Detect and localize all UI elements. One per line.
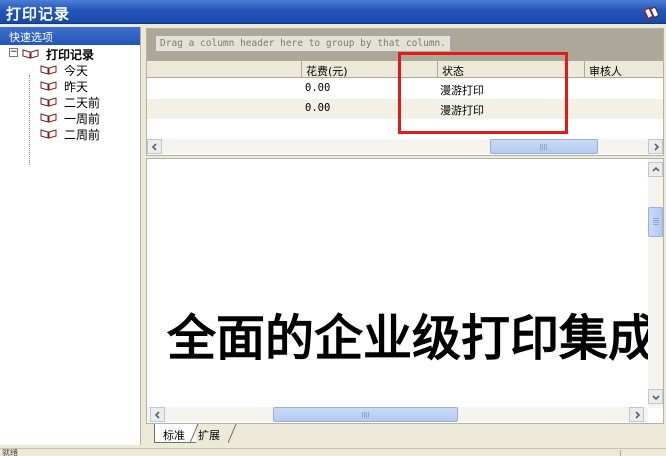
scroll-thumb[interactable] xyxy=(273,407,458,422)
cost-cell: 0.00 xyxy=(305,82,331,94)
preview-horizontal-scrollbar[interactable] xyxy=(147,407,648,422)
status-text: 就绪 xyxy=(2,448,18,456)
collapse-toggle[interactable]: − xyxy=(9,48,18,57)
book-icon xyxy=(40,113,57,123)
quick-options-header: 快速选项 xyxy=(0,27,140,45)
window-title: 打印记录 xyxy=(6,5,71,23)
column-header-reviewer[interactable]: 审核人 xyxy=(584,61,663,78)
arrow-down-icon xyxy=(652,395,660,401)
book-icon xyxy=(40,97,57,107)
book-icon xyxy=(40,81,57,91)
book-icon xyxy=(22,49,39,59)
grip-icon xyxy=(361,412,370,418)
scroll-right-button[interactable] xyxy=(629,407,644,422)
preview-banner-text: 全面的企业级打印集成 xyxy=(167,310,658,367)
highlight-box xyxy=(398,52,568,134)
arrow-left-icon xyxy=(154,411,160,419)
arrow-right-icon xyxy=(654,143,660,151)
grip-icon xyxy=(540,144,548,150)
quick-options-panel: 快速选项 − 打印记录 今天 昨天 二天前 一周前 二周前 xyxy=(0,27,141,445)
print-records-window: 打印记录 快速选项 − 打印记录 今天 昨天 二天前 一周前 二周前 Drag … xyxy=(0,0,666,456)
book-icon xyxy=(40,65,57,75)
preview-vertical-scrollbar[interactable] xyxy=(648,159,663,408)
tab-divider xyxy=(228,424,237,443)
tree-item-print-records[interactable]: − 打印记录 xyxy=(0,45,140,62)
tree-item-two-weeks-ago[interactable]: 二周前 xyxy=(0,125,140,142)
cost-cell: 0.00 xyxy=(305,102,331,114)
scroll-down-button[interactable] xyxy=(648,389,663,404)
scroll-left-button[interactable] xyxy=(150,407,165,422)
tree-item-two-days-ago[interactable]: 二天前 xyxy=(0,93,140,110)
arrow-left-icon xyxy=(151,143,157,151)
scroll-thumb[interactable] xyxy=(648,207,663,237)
arrow-up-icon xyxy=(652,166,660,172)
tree-item-one-week-ago[interactable]: 一周前 xyxy=(0,109,140,126)
status-divider xyxy=(620,450,621,456)
scroll-up-button[interactable] xyxy=(648,162,663,177)
document-preview: 全面的企业级打印集成 xyxy=(146,158,664,424)
tree-item-label: 二周前 xyxy=(64,128,101,142)
arrow-right-icon xyxy=(635,411,641,419)
book-icon xyxy=(40,129,57,139)
title-bar: 打印记录 xyxy=(0,0,666,24)
books-icon[interactable] xyxy=(644,4,660,20)
scroll-right-button[interactable] xyxy=(648,139,663,154)
tree-item-yesterday[interactable]: 昨天 xyxy=(0,77,140,94)
view-tabs: 标准 扩展 xyxy=(146,424,664,445)
grip-icon xyxy=(653,218,659,226)
records-tree: − 打印记录 今天 昨天 二天前 一周前 二周前 xyxy=(0,45,140,165)
scroll-thumb[interactable] xyxy=(490,139,598,154)
tree-item-today[interactable]: 今天 xyxy=(0,61,140,78)
group-by-hint: Drag a column header here to group by th… xyxy=(156,36,450,51)
column-header-blank[interactable] xyxy=(147,61,301,78)
grid-horizontal-scrollbar[interactable] xyxy=(147,139,663,154)
scroll-left-button[interactable] xyxy=(147,139,162,154)
status-bar: 就绪 xyxy=(0,448,666,456)
